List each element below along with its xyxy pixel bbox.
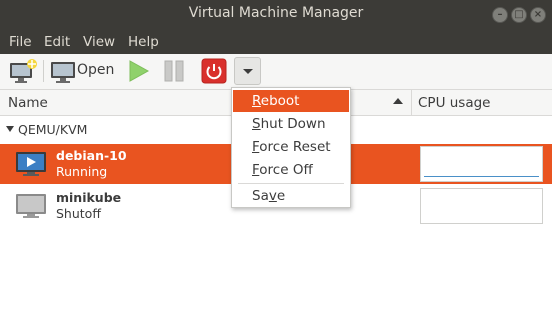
connection-label: QEMU/KVM <box>18 122 88 137</box>
power-icon <box>201 58 227 84</box>
sort-ascending-icon <box>393 98 403 104</box>
cpu-usage-graph <box>420 188 543 224</box>
menu-item-label: Shut Down <box>252 116 326 132</box>
column-cpu-usage[interactable]: CPU usage <box>418 95 490 111</box>
column-name[interactable]: Name <box>8 95 48 111</box>
open-button[interactable]: Open <box>47 57 119 85</box>
menu-help[interactable]: Help <box>128 34 159 50</box>
vm-status: Shutoff <box>56 206 101 221</box>
menu-item-save[interactable]: Save <box>233 185 349 207</box>
open-label: Open <box>77 62 115 78</box>
title-bar[interactable]: Virtual Machine Manager – □ × <box>0 0 552 30</box>
minimize-icon: – <box>497 9 503 20</box>
maximize-icon: □ <box>514 9 524 20</box>
menu-item-force-reset[interactable]: Force Reset <box>233 136 349 158</box>
menu-item-label: Save <box>252 188 286 204</box>
menu-item-label: Force Reset <box>252 139 331 155</box>
menu-item-shut-down[interactable]: Shut Down <box>233 113 349 135</box>
vm-name: debian-10 <box>56 148 127 163</box>
menu-item-label: Reboot <box>252 93 300 109</box>
window-title: Virtual Machine Manager <box>188 5 364 21</box>
column-divider[interactable] <box>411 90 412 116</box>
new-vm-icon <box>10 59 37 83</box>
close-button[interactable]: × <box>530 7 546 23</box>
shutdown-dropdown-menu: Reboot Shut Down Force Reset Force Off S… <box>231 87 351 208</box>
menu-separator <box>238 183 344 184</box>
vm-status: Running <box>56 164 108 179</box>
close-icon: × <box>533 9 543 20</box>
menu-item-reboot[interactable]: Reboot <box>233 90 349 112</box>
pause-button[interactable] <box>160 57 188 85</box>
new-vm-button[interactable] <box>7 57 39 85</box>
menu-item-force-off[interactable]: Force Off <box>233 159 349 181</box>
vm-name: minikube <box>56 190 122 205</box>
pause-icon <box>164 60 184 82</box>
menu-bar: File Edit View Help <box>0 30 552 54</box>
menu-item-label: Force Off <box>252 162 313 178</box>
monitor-icon <box>51 62 75 83</box>
run-button[interactable] <box>124 57 152 85</box>
shutdown-menu-button[interactable] <box>234 57 261 85</box>
maximize-button[interactable]: □ <box>511 7 527 23</box>
shutoff-vm-icon <box>16 194 46 218</box>
menu-edit[interactable]: Edit <box>44 34 70 50</box>
expander-icon[interactable] <box>6 126 14 132</box>
chevron-down-icon <box>243 69 253 74</box>
minimize-button[interactable]: – <box>492 7 508 23</box>
menu-view[interactable]: View <box>83 34 115 50</box>
toolbar-separator <box>43 60 44 82</box>
app-window: Virtual Machine Manager – □ × File Edit … <box>0 0 552 310</box>
shutdown-button[interactable] <box>200 57 228 85</box>
cpu-graph-line <box>424 176 539 177</box>
play-icon <box>129 60 150 82</box>
running-vm-icon <box>16 152 46 176</box>
cpu-usage-graph <box>420 146 543 182</box>
toolbar: Open <box>0 54 552 90</box>
menu-file[interactable]: File <box>9 34 32 50</box>
